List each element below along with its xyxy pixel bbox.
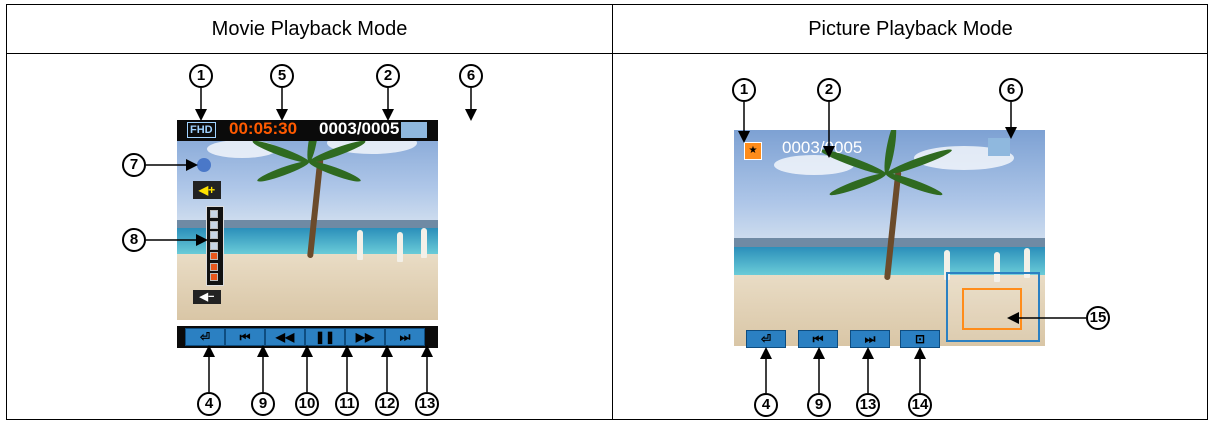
callout-4: 4 xyxy=(197,392,221,416)
callout-arrows xyxy=(146,88,1086,393)
callout-13: 13 xyxy=(856,393,880,417)
callout-13: 13 xyxy=(415,392,439,416)
callout-4: 4 xyxy=(754,393,778,417)
callout-14: 14 xyxy=(908,393,932,417)
callout-5: 5 xyxy=(270,64,294,88)
callout-1: 1 xyxy=(189,64,213,88)
callout-9: 9 xyxy=(807,393,831,417)
callout-15: 15 xyxy=(1086,306,1110,330)
callout-6: 6 xyxy=(459,64,483,88)
callout-1: 1 xyxy=(732,78,756,102)
callout-12: 12 xyxy=(375,392,399,416)
callout-10: 10 xyxy=(295,392,319,416)
callout-6: 6 xyxy=(999,78,1023,102)
callout-2: 2 xyxy=(817,78,841,102)
callout-7: 7 xyxy=(122,153,146,177)
callout-9: 9 xyxy=(251,392,275,416)
callout-2: 2 xyxy=(376,64,400,88)
callout-8: 8 xyxy=(122,228,146,252)
callout-11: 11 xyxy=(335,392,359,416)
